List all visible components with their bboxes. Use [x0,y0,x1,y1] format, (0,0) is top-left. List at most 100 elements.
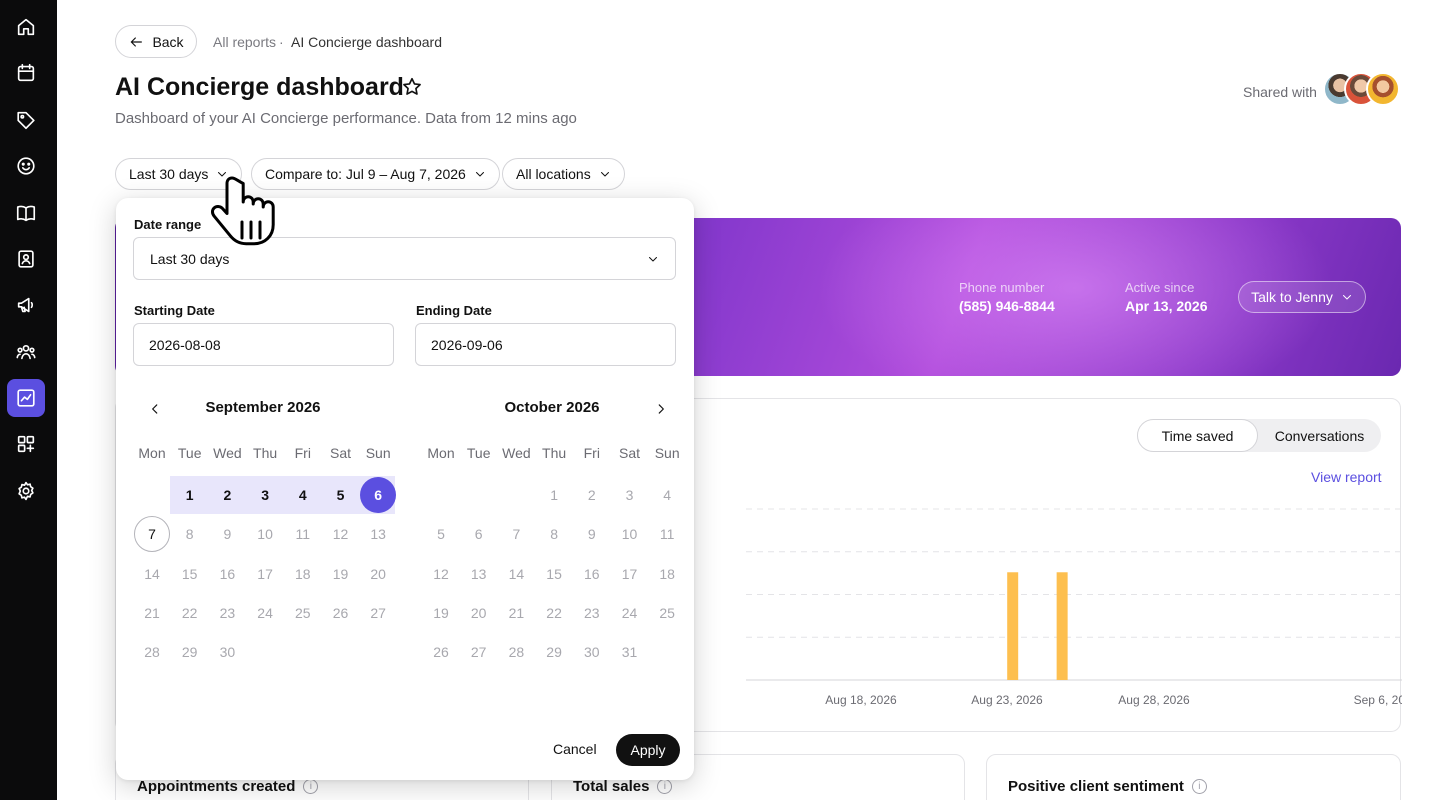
calendar-day[interactable]: 2 [574,477,610,513]
book-icon [16,205,36,222]
calendar-day[interactable]: 30 [209,634,245,670]
calendar-day[interactable]: 17 [247,556,283,592]
calendar-day[interactable]: 20 [360,556,396,592]
calendar-day[interactable]: 8 [172,516,208,552]
calendar-day[interactable]: 26 [423,634,459,670]
calendar-day[interactable]: 27 [360,595,396,631]
calendar-day[interactable]: 19 [323,556,359,592]
nav-marketing[interactable] [7,286,45,324]
calendar-day[interactable]: 27 [461,634,497,670]
chart-bar[interactable] [1007,572,1019,680]
nav-contacts[interactable] [7,240,45,278]
calendar-day[interactable]: 23 [209,595,245,631]
weekday-header: Mon [427,445,455,461]
chart-bar[interactable] [1056,572,1068,680]
calendar-day[interactable]: 9 [209,516,245,552]
star-icon [403,77,421,95]
nav-team[interactable] [7,333,45,371]
calendar-day[interactable]: 10 [247,516,283,552]
nav-tags[interactable] [7,101,45,139]
calendar-day[interactable]: 18 [649,556,685,592]
calendar-day[interactable]: 10 [612,516,648,552]
avatar[interactable] [1366,72,1400,106]
apps-add-icon [17,435,35,453]
calendar-day[interactable]: 28 [498,634,534,670]
calendar-day[interactable]: 5 [423,516,459,552]
calendar-day[interactable]: 1 [172,477,208,513]
nav-reports[interactable] [7,379,45,417]
calendar-day[interactable]: 25 [285,595,321,631]
calendar-day[interactable]: 14 [498,556,534,592]
nav-home[interactable] [7,8,45,46]
calendar-day[interactable]: 21 [498,595,534,631]
calendar-day[interactable]: 29 [536,634,572,670]
chevron-left-icon [152,404,158,414]
calendar-day[interactable]: 4 [649,477,685,513]
nav-settings[interactable] [7,472,45,510]
calendar-day[interactable]: 22 [536,595,572,631]
calendar-day[interactable]: 16 [209,556,245,592]
calendar-day[interactable]: 22 [172,595,208,631]
calendar-day[interactable]: 17 [612,556,648,592]
starting-date-input[interactable]: 2026-08-08 [133,323,394,366]
calendar-day[interactable]: 23 [574,595,610,631]
next-month-button[interactable] [650,398,672,420]
talk-to-jenny-label: Talk to Jenny [1251,289,1333,305]
location-filter-dropdown[interactable]: All locations [502,158,625,190]
calendar-day[interactable]: 12 [423,556,459,592]
calendar-day[interactable]: 13 [360,516,396,552]
x-tick-label: Aug 23, 2026 [971,693,1043,707]
calendar-day[interactable]: 3 [247,477,283,513]
info-icon[interactable]: i [1191,779,1207,794]
info-icon[interactable]: i [303,779,319,794]
calendar-day[interactable]: 31 [612,634,648,670]
calendar-day[interactable]: 6 [461,516,497,552]
calendar-day[interactable]: 30 [574,634,610,670]
calendar-day[interactable]: 28 [134,634,170,670]
calendar-day[interactable]: 18 [285,556,321,592]
calendar-day[interactable]: 15 [536,556,572,592]
compare-filter-label: Compare to: Jul 9 – Aug 7, 2026 [265,166,466,182]
calendar-day[interactable]: 9 [574,516,610,552]
calendar-day[interactable]: 16 [574,556,610,592]
nav-apps[interactable] [7,425,45,463]
nav-guides[interactable] [7,194,45,232]
phone-number-label: Phone number [959,280,1045,295]
compare-filter-dropdown[interactable]: Compare to: Jul 9 – Aug 7, 2026 [251,158,500,190]
calendar-day[interactable]: 24 [247,595,283,631]
calendar-day[interactable]: 19 [423,595,459,631]
calendar-day[interactable]: 7 [134,516,170,553]
calendar-day[interactable]: 11 [649,516,685,552]
calendar-day[interactable]: 1 [536,477,572,513]
cancel-button[interactable]: Cancel [553,741,597,757]
calendar-day[interactable]: 13 [461,556,497,592]
calendar-day[interactable]: 7 [498,516,534,552]
calendar-day[interactable]: 21 [134,595,170,631]
month-title: September 2026 [205,399,321,416]
ending-date-input[interactable]: 2026-09-06 [415,323,676,366]
calendar-day[interactable]: 12 [323,516,359,552]
starting-date-value: 2026-08-08 [149,336,221,353]
breadcrumb-all-reports[interactable]: All reports [213,34,276,50]
calendar-day[interactable]: 15 [172,556,208,592]
calendar-day[interactable]: 20 [461,595,497,631]
favorite-button[interactable] [401,76,423,98]
talk-to-jenny-button[interactable]: Talk to Jenny [1238,281,1366,313]
calendar-day[interactable]: 3 [612,477,648,513]
arrow-left-icon [131,36,143,47]
calendar-day[interactable]: 6 [360,477,397,513]
calendar-day[interactable]: 14 [134,556,170,592]
nav-calendar[interactable] [7,54,45,92]
calendar-day[interactable]: 5 [323,477,359,513]
calendar-day[interactable]: 11 [285,516,321,552]
calendar-day[interactable]: 29 [172,634,208,670]
calendar-day[interactable]: 25 [649,595,685,631]
info-icon[interactable]: i [657,779,673,794]
calendar-day[interactable]: 4 [285,477,321,513]
nav-clients[interactable] [7,147,45,185]
calendar-day[interactable]: 24 [612,595,648,631]
calendar-day[interactable]: 26 [323,595,359,631]
back-button[interactable]: Back [115,25,197,58]
apply-button[interactable]: Apply [616,734,680,766]
calendar-day[interactable]: 8 [536,516,572,552]
